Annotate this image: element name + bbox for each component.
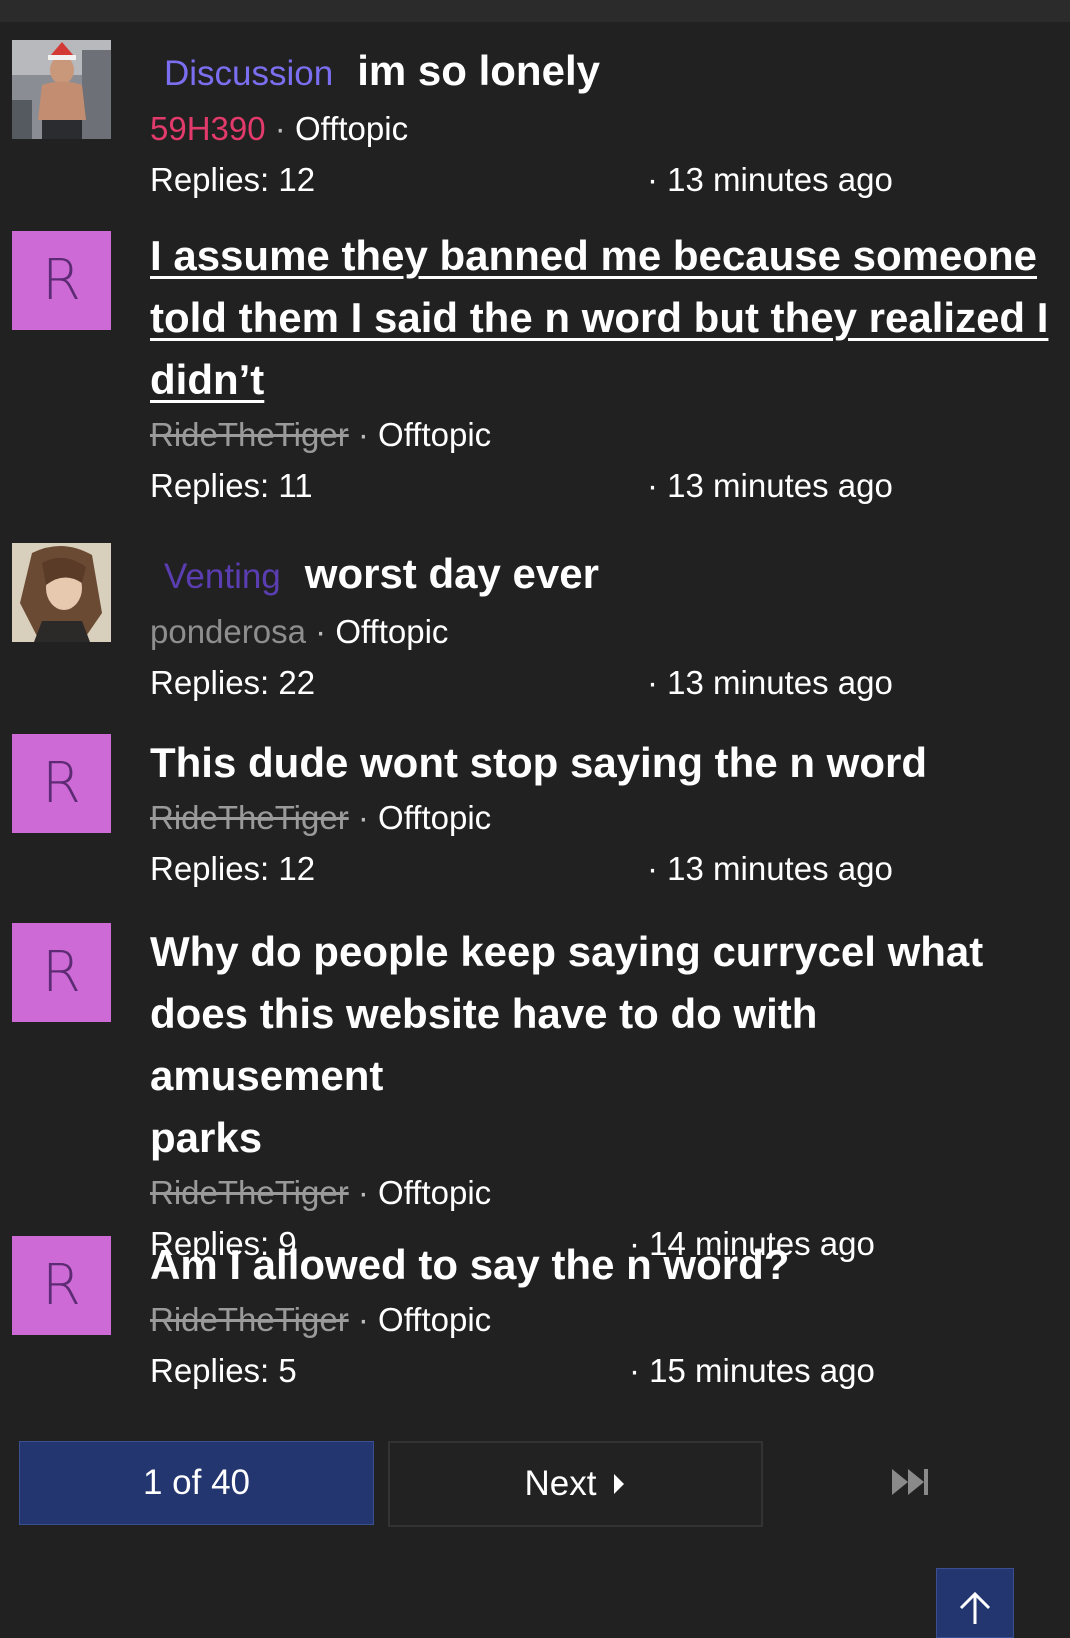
avatar[interactable]	[12, 40, 111, 139]
separator: ·	[357, 799, 369, 836]
timestamp: · 13 minutes ago	[647, 664, 893, 701]
next-page-button[interactable]: Next	[388, 1441, 763, 1527]
top-bar	[0, 0, 1070, 22]
avatar-photo-icon	[12, 40, 111, 139]
pagination: 1 of 40 Next	[0, 1440, 1070, 1528]
timestamp: · 13 minutes ago	[647, 161, 893, 198]
avatar[interactable]: R	[12, 1236, 111, 1335]
thread-title-line[interactable]: parks	[150, 1107, 1055, 1169]
next-page-label: Next	[524, 1464, 597, 1503]
thread-title-line[interactable]: Why do people keep saying currycel what	[150, 921, 1055, 983]
separator: ·	[357, 1301, 369, 1338]
thread-title[interactable]: This dude wont stop saying the n word	[150, 739, 927, 786]
thread-title-line[interactable]: I assume they banned me because someone	[150, 225, 1055, 287]
separator: ·	[274, 110, 286, 147]
thread-author[interactable]: RideTheTiger	[150, 799, 349, 836]
avatar[interactable]: R	[12, 231, 111, 330]
separator: ·	[315, 613, 327, 650]
thread-author[interactable]: RideTheTiger	[150, 1301, 349, 1338]
reply-count: Replies: 12	[150, 161, 316, 198]
thread-category[interactable]: Offtopic	[335, 613, 448, 650]
thread-title[interactable]: worst day ever	[305, 550, 599, 597]
reply-count: Replies: 12	[150, 850, 316, 887]
thread-author[interactable]: RideTheTiger	[150, 1174, 349, 1211]
reply-count: Replies: 22	[150, 664, 316, 701]
thread-title-line[interactable]: didn’t	[150, 349, 1055, 411]
separator: ·	[357, 1174, 369, 1211]
arrow-up-icon	[959, 1591, 991, 1624]
page-indicator[interactable]: 1 of 40	[19, 1441, 374, 1525]
scroll-to-top-button[interactable]	[936, 1568, 1014, 1638]
avatar[interactable]: R	[12, 923, 111, 1022]
timestamp: · 15 minutes ago	[629, 1352, 875, 1389]
caret-right-icon	[614, 1474, 625, 1494]
thread-title-line[interactable]: told them I said the n word but they rea…	[150, 287, 1055, 349]
thread-category[interactable]: Offtopic	[378, 416, 491, 453]
reply-count: Replies: 5	[150, 1352, 297, 1389]
avatar-photo-icon	[12, 543, 111, 642]
thread-author[interactable]: 59H390	[150, 110, 266, 147]
thread-category[interactable]: Offtopic	[378, 1301, 491, 1338]
avatar[interactable]: R	[12, 734, 111, 833]
thread-title[interactable]: Why do people keep saying currycel what …	[150, 921, 1055, 1169]
reply-count: Replies: 11	[150, 467, 313, 504]
thread-title[interactable]: im so lonely	[357, 47, 600, 94]
separator: ·	[357, 416, 369, 453]
thread-author[interactable]: RideTheTiger	[150, 416, 349, 453]
page-indicator-label: 1 of 40	[142, 1463, 251, 1502]
thread-category[interactable]: Offtopic	[378, 799, 491, 836]
thread-category[interactable]: Offtopic	[295, 110, 408, 147]
last-page-button[interactable]	[880, 1460, 940, 1504]
fast-forward-icon	[892, 1469, 928, 1495]
thread-title[interactable]: I assume they banned me because someone …	[150, 225, 1055, 411]
timestamp: · 13 minutes ago	[647, 467, 893, 504]
timestamp: · 13 minutes ago	[647, 850, 893, 887]
thread-author[interactable]: ponderosa	[150, 613, 306, 650]
avatar[interactable]	[12, 543, 111, 642]
thread-title[interactable]: Am I allowed to say the n word?	[150, 1241, 789, 1288]
thread-title-line[interactable]: does this website have to do with amusem…	[150, 983, 1055, 1107]
thread-category[interactable]: Offtopic	[378, 1174, 491, 1211]
thread-tag[interactable]: Venting	[164, 557, 281, 596]
thread-tag[interactable]: Discussion	[164, 54, 333, 93]
